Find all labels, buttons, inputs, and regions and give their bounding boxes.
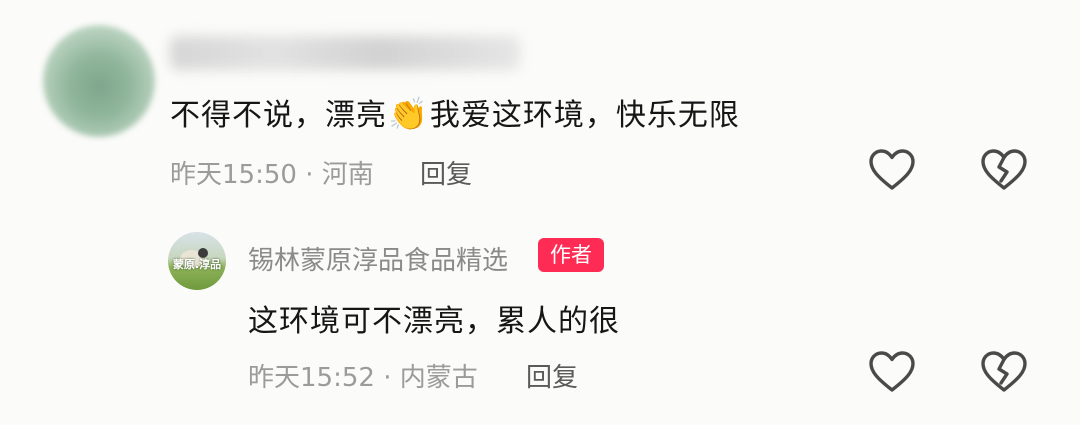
comment-text-part2: 我爱这环境，快乐无限 [429,98,740,133]
broken-heart-svg [981,149,1027,190]
meta-separator: · [296,160,322,190]
comment-reply-button[interactable]: 回复 [420,154,472,191]
heart-outline-svg [869,351,915,392]
broken-heart-svg [981,351,1027,392]
reply-author-name[interactable]: 锡林蒙原淳品食品精选 [248,240,508,277]
avatar-brand-text: 蒙原.淳品 [172,258,222,271]
comment-text-part1: 不得不说，漂亮 [170,98,387,133]
comment-meta: 昨天15:50 · 河南 [170,154,374,191]
clapping-hands-emoji: 👏 [388,95,429,133]
reply-time: 昨天15:52 [248,363,375,393]
comment-text: 不得不说，漂亮👏我爱这环境，快乐无限 [170,90,740,134]
meta-separator: · [374,363,400,393]
heart-outline-svg [869,149,915,190]
heart-outline-icon[interactable] [868,148,916,192]
comment-time: 昨天15:50 [170,160,297,190]
reply-reply-button[interactable]: 回复 [526,357,578,394]
comment-thread: 不得不说，漂亮👏我爱这环境，快乐无限 昨天15:50 · 河南 回复 蒙原.淳品… [0,0,1080,425]
commenter-name-blurred[interactable] [170,36,520,70]
broken-heart-icon[interactable] [980,148,1028,192]
heart-outline-icon[interactable] [868,350,916,394]
reply-meta: 昨天15:52 · 内蒙古 [248,357,478,394]
commenter-avatar[interactable] [43,25,155,137]
reply-location: 内蒙古 [399,363,478,393]
author-badge: 作者 [538,238,604,272]
author-avatar[interactable]: 蒙原.淳品 [168,232,226,290]
broken-heart-icon[interactable] [980,350,1028,394]
comment-location: 河南 [321,160,374,190]
reply-text: 这环境可不漂亮，累人的很 [248,304,620,339]
